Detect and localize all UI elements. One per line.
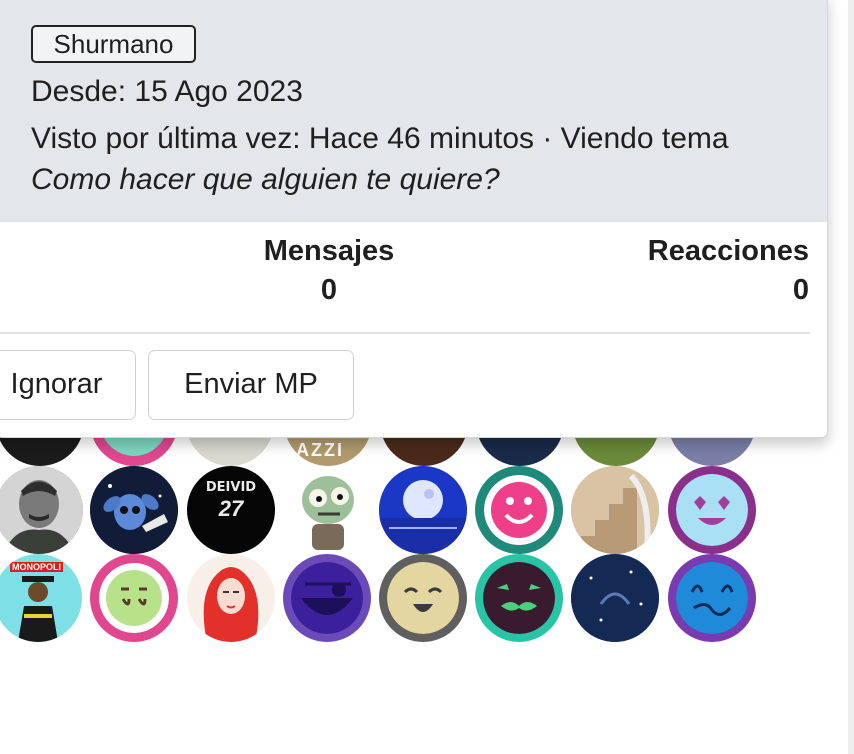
avatar[interactable] <box>283 554 371 642</box>
avatar[interactable] <box>475 554 563 642</box>
avatar[interactable] <box>571 554 659 642</box>
avatar[interactable] <box>0 466 83 554</box>
avatar[interactable] <box>668 554 756 642</box>
stat-messages: Mensajes 0 <box>229 235 429 307</box>
messages-label: Mensajes <box>263 235 395 267</box>
avatar[interactable] <box>90 466 178 554</box>
reactions-value: 0 <box>792 274 809 306</box>
right-edge-strip <box>848 0 854 754</box>
stat-partial-label: º <box>0 235 27 268</box>
avatar[interactable]: MONOPOLI <box>0 554 82 642</box>
member-tooltip-card: Shurmano Desde: 15 Ago 2023 Visto por úl… <box>0 0 828 438</box>
deivid-number: 27 <box>218 496 244 521</box>
reactions-label: Reacciones <box>647 235 809 267</box>
stat-reactions: Reacciones 0 <box>609 235 809 307</box>
avatar[interactable] <box>668 466 756 554</box>
messages-value: 0 <box>320 274 338 306</box>
azzi-text: AZZI <box>296 440 344 460</box>
joined-date: Desde: 15 Ago 2023 <box>31 75 303 108</box>
current-thread-link[interactable]: Como hacer que alguien te quiere? <box>31 163 500 197</box>
deivid-text: DEIVID <box>205 480 257 495</box>
avatar[interactable] <box>284 466 372 554</box>
member-tooltip-header: Shurmano Desde: 15 Ago 2023 Visto por úl… <box>0 0 827 222</box>
avatar[interactable] <box>475 466 563 554</box>
user-title-badge: Shurmano <box>31 25 196 63</box>
avatar[interactable] <box>379 554 467 642</box>
avatar[interactable] <box>187 554 275 642</box>
send-pm-button[interactable]: Enviar MP <box>148 350 354 420</box>
avatar[interactable] <box>571 466 659 554</box>
ignore-button[interactable]: Ignorar <box>0 350 136 420</box>
avatar[interactable]: DEIVID 27 <box>187 466 275 554</box>
divider <box>0 332 810 334</box>
avatar[interactable] <box>379 466 467 554</box>
last-seen-text: Visto por última vez: Hace 46 minutos · … <box>31 122 729 155</box>
avatar[interactable] <box>90 554 178 642</box>
stat-partial: º <box>0 235 27 268</box>
